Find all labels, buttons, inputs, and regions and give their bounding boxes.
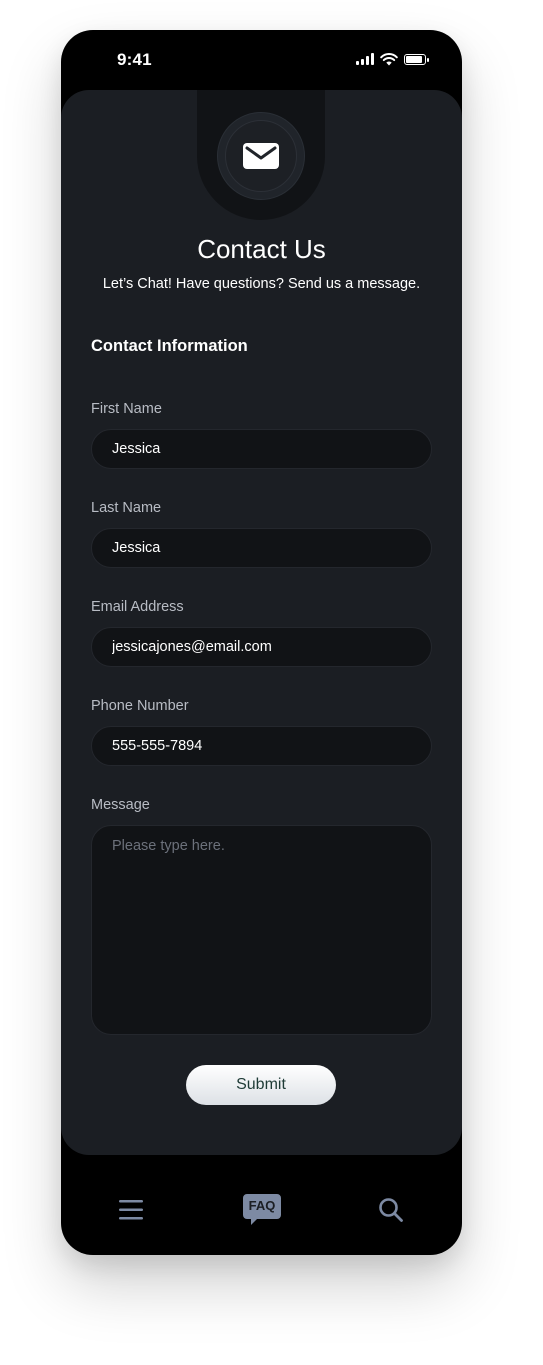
last-name-label: Last Name xyxy=(91,500,162,516)
submit-button[interactable]: Submit xyxy=(186,1065,336,1105)
envelope-badge xyxy=(217,112,305,200)
message-label: Message xyxy=(91,797,150,813)
email-label: Email Address xyxy=(91,599,184,615)
page-subtitle: Let’s Chat! Have questions? Send us a me… xyxy=(102,276,421,292)
battery-icon xyxy=(404,53,429,65)
tab-bar: FAQ xyxy=(61,1155,462,1255)
contact-card: Contact Us Let’s Chat! Have questions? S… xyxy=(61,90,462,1155)
page-title: Contact Us xyxy=(197,234,326,264)
tab-menu[interactable] xyxy=(111,1190,151,1230)
first-name-input[interactable] xyxy=(91,429,432,469)
tab-faq[interactable]: FAQ xyxy=(242,1190,282,1230)
phone-frame: 9:41 Contact Us Let’s Chat! Have questio… xyxy=(61,30,462,1255)
phone-label: Phone Number xyxy=(91,698,189,714)
wifi-icon xyxy=(380,53,398,66)
tab-search[interactable] xyxy=(371,1190,411,1230)
message-input[interactable] xyxy=(91,825,432,1035)
envelope-icon xyxy=(243,143,279,169)
first-name-label: First Name xyxy=(91,401,162,417)
section-title: Contact Information xyxy=(91,337,248,355)
signal-icon xyxy=(356,53,374,65)
faq-label: FAQ xyxy=(248,1198,276,1213)
icon-notch xyxy=(197,90,325,220)
menu-icon xyxy=(119,1200,143,1220)
last-name-input[interactable] xyxy=(91,528,432,568)
status-bar: 9:41 xyxy=(61,30,462,90)
status-time: 9:41 xyxy=(117,50,152,69)
email-input[interactable] xyxy=(91,627,432,667)
status-icons xyxy=(356,52,429,66)
faq-icon: FAQ xyxy=(243,1194,281,1226)
phone-input[interactable] xyxy=(91,726,432,766)
search-icon xyxy=(379,1198,403,1222)
